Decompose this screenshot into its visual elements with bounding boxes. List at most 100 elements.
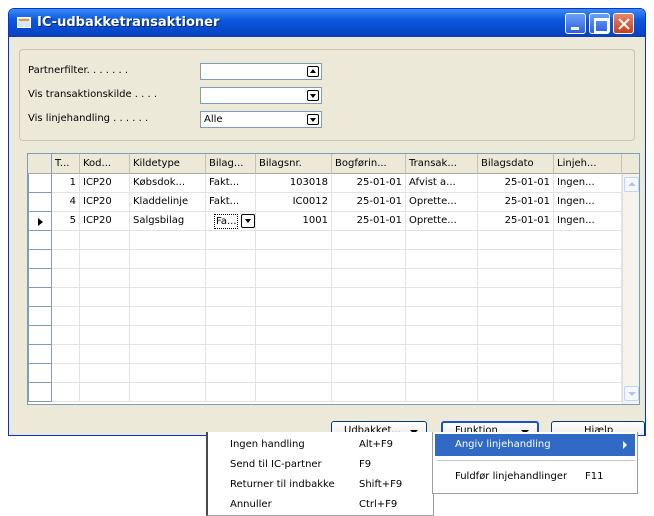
table-cell[interactable]	[478, 269, 554, 288]
table-cell[interactable]: Oprette...	[406, 212, 478, 231]
table-cell[interactable]	[80, 345, 130, 364]
table-cell[interactable]	[130, 383, 206, 402]
table-cell[interactable]	[406, 345, 478, 364]
row-selector[interactable]	[28, 364, 52, 383]
table-cell[interactable]	[80, 364, 130, 383]
table-cell[interactable]: ICP20	[80, 174, 130, 193]
table-cell[interactable]	[80, 307, 130, 326]
column-header[interactable]: T...	[52, 154, 80, 174]
table-cell[interactable]	[256, 326, 332, 345]
table-cell[interactable]: Salgsbilag	[130, 212, 206, 231]
table-cell[interactable]: 25-01-01	[332, 174, 406, 193]
table-cell[interactable]	[406, 326, 478, 345]
table-row[interactable]: 5 ICP20 Salgsbilag 1001 25-01-01 Oprette... 25…	[28, 212, 639, 231]
table-cell[interactable]	[52, 364, 80, 383]
table-cell[interactable]	[332, 269, 406, 288]
row-selector[interactable]	[28, 212, 52, 231]
table-cell[interactable]	[256, 364, 332, 383]
table-cell[interactable]: 25-01-01	[332, 193, 406, 212]
empty-row[interactable]	[28, 269, 639, 288]
chevron-down-icon[interactable]	[307, 114, 319, 125]
editing-cell-dropdown[interactable]: Fa...	[214, 214, 258, 229]
table-cell[interactable]	[130, 364, 206, 383]
table-cell[interactable]	[554, 307, 622, 326]
table-cell[interactable]: 25-01-01	[478, 212, 554, 231]
table-cell[interactable]	[554, 345, 622, 364]
row-selector[interactable]	[28, 250, 52, 269]
table-cell[interactable]	[130, 307, 206, 326]
table-cell[interactable]	[80, 288, 130, 307]
column-header[interactable]: Transak...	[406, 154, 478, 174]
table-cell[interactable]	[406, 269, 478, 288]
table-cell[interactable]: Ingen...	[554, 212, 622, 231]
table-cell[interactable]	[554, 364, 622, 383]
menu-item-cancel[interactable]: Annuller Ctrl+F9	[208, 496, 434, 514]
close-button[interactable]	[613, 13, 634, 34]
table-cell[interactable]: 25-01-01	[478, 193, 554, 212]
table-cell[interactable]: Ingen...	[554, 174, 622, 193]
table-cell[interactable]	[554, 326, 622, 345]
table-cell[interactable]	[130, 231, 206, 250]
column-header[interactable]: Kildetype	[130, 154, 206, 174]
table-row[interactable]: 1 ICP20 Købsdok... Fakt... 103018 25-01-01 Afv…	[28, 174, 639, 193]
table-cell[interactable]	[206, 345, 256, 364]
column-header[interactable]: Linjeh...	[554, 154, 622, 174]
vertical-scrollbar[interactable]	[622, 174, 639, 404]
transaction-source-select[interactable]	[200, 87, 322, 104]
empty-row[interactable]	[28, 345, 639, 364]
table-cell[interactable]	[332, 383, 406, 402]
table-cell[interactable]	[478, 364, 554, 383]
column-header[interactable]: Bogførin...	[332, 154, 406, 174]
table-cell[interactable]	[554, 250, 622, 269]
empty-row[interactable]	[28, 250, 639, 269]
table-cell[interactable]: ICP20	[80, 212, 130, 231]
table-cell[interactable]	[478, 345, 554, 364]
table-cell[interactable]	[554, 288, 622, 307]
table-cell[interactable]	[478, 326, 554, 345]
table-cell[interactable]: Fakt...	[206, 193, 256, 212]
table-cell[interactable]	[52, 326, 80, 345]
table-cell[interactable]	[206, 307, 256, 326]
table-cell[interactable]	[80, 383, 130, 402]
table-cell[interactable]: 25-01-01	[478, 174, 554, 193]
table-row[interactable]: 4 ICP20 Kladdelinje Fakt... IC0012 25-01-01 Op…	[28, 193, 639, 212]
row-selector[interactable]	[28, 269, 52, 288]
table-cell[interactable]	[554, 231, 622, 250]
scroll-up-icon[interactable]	[624, 177, 639, 192]
column-header[interactable]: Bilag...	[206, 154, 256, 174]
table-cell[interactable]: Fakt...	[206, 174, 256, 193]
menu-item-send-to-partner[interactable]: Send til IC-partner F9	[208, 456, 434, 474]
table-cell[interactable]	[554, 269, 622, 288]
table-cell[interactable]: Kladdelinje	[130, 193, 206, 212]
table-cell[interactable]: 25-01-01	[332, 212, 406, 231]
table-cell[interactable]	[130, 345, 206, 364]
empty-row[interactable]	[28, 231, 639, 250]
table-cell[interactable]	[52, 288, 80, 307]
table-cell[interactable]	[130, 250, 206, 269]
table-cell[interactable]	[52, 250, 80, 269]
table-cell[interactable]	[206, 326, 256, 345]
minimize-button[interactable]	[565, 13, 586, 34]
table-cell[interactable]	[206, 269, 256, 288]
table-cell[interactable]	[406, 231, 478, 250]
table-cell[interactable]: ICP20	[80, 193, 130, 212]
table-cell[interactable]	[80, 231, 130, 250]
empty-row[interactable]	[28, 383, 639, 402]
table-cell[interactable]	[256, 250, 332, 269]
table-cell[interactable]: Afvist a...	[406, 174, 478, 193]
table-cell[interactable]	[130, 288, 206, 307]
row-selector[interactable]	[28, 345, 52, 364]
table-cell[interactable]	[206, 288, 256, 307]
table-cell[interactable]	[52, 269, 80, 288]
table-cell[interactable]	[256, 383, 332, 402]
table-cell[interactable]	[406, 307, 478, 326]
row-selector[interactable]	[28, 326, 52, 345]
menu-item-return-to-inbox[interactable]: Returner til indbakke Shift+F9	[208, 476, 434, 494]
table-cell[interactable]: 5	[52, 212, 80, 231]
table-cell[interactable]: 4	[52, 193, 80, 212]
column-header[interactable]: Bilagsnr.	[256, 154, 332, 174]
row-selector[interactable]	[28, 307, 52, 326]
table-cell[interactable]	[332, 231, 406, 250]
table-cell[interactable]	[206, 364, 256, 383]
table-cell[interactable]	[406, 250, 478, 269]
